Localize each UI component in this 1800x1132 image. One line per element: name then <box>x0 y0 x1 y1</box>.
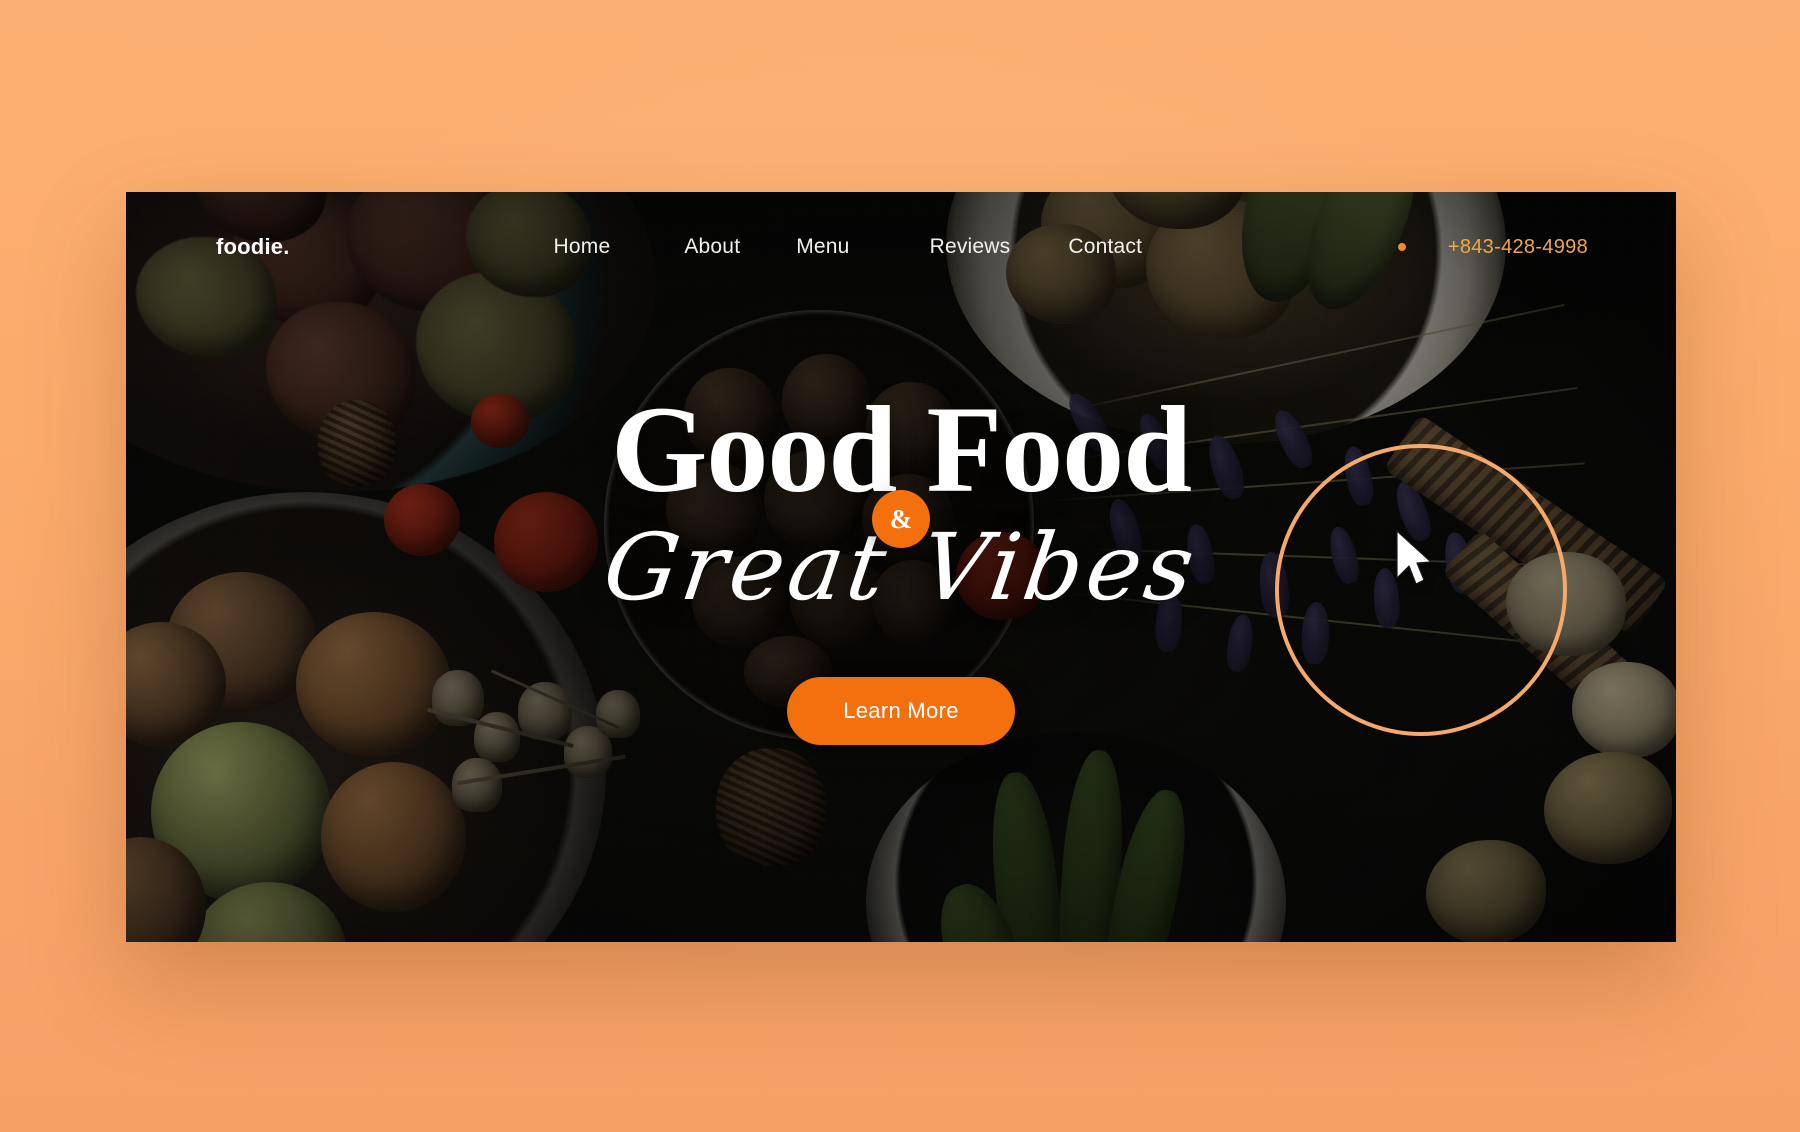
nav-link-menu[interactable]: Menu <box>796 235 849 259</box>
main-navigation: foodie. Home About Menu Reviews Contact … <box>126 192 1676 302</box>
brand-logo[interactable]: foodie. <box>216 234 290 260</box>
nav-links: Home About Menu Reviews Contact <box>554 235 1143 259</box>
dot-separator-icon <box>1397 243 1406 251</box>
learn-more-button[interactable]: Learn More <box>787 677 1015 746</box>
hero-content: Good Food & Great Vibes Learn More <box>126 192 1676 942</box>
hero-section: foodie. Home About Menu Reviews Contact … <box>126 192 1676 942</box>
phone-number-link[interactable]: +843-428-4998 <box>1448 236 1588 259</box>
nav-link-contact[interactable]: Contact <box>1068 235 1142 259</box>
nav-link-home[interactable]: Home <box>554 235 611 259</box>
nav-link-reviews[interactable]: Reviews <box>930 235 1011 259</box>
nav-link-about[interactable]: About <box>684 235 740 259</box>
nav-contact-group: +843-428-4998 <box>1397 236 1588 259</box>
ampersand-badge: & <box>872 490 930 548</box>
